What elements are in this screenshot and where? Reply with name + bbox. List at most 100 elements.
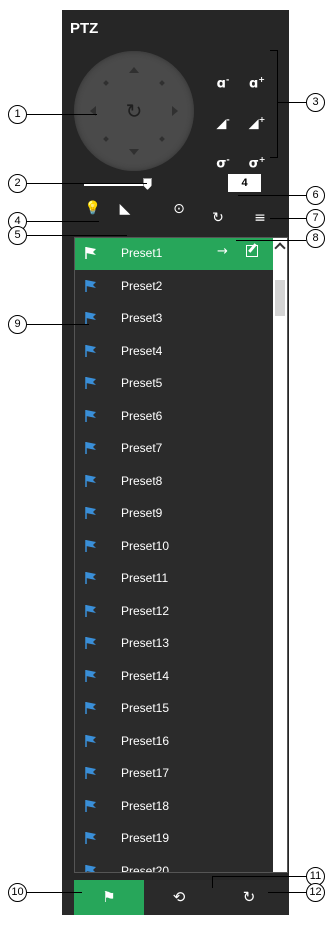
preset-flag-icon xyxy=(85,604,96,617)
preset-flag-icon xyxy=(85,377,96,389)
preset-flag-icon xyxy=(85,637,96,649)
pattern-tab[interactable]: ↻ xyxy=(214,880,284,915)
preset-row[interactable]: Preset14 xyxy=(75,661,273,693)
callout-leader-line xyxy=(212,876,214,888)
preset-flag-icon xyxy=(85,409,96,422)
edit-preset-icon[interactable] xyxy=(246,245,258,257)
preset-flag-icon xyxy=(85,312,96,324)
patrol-tab[interactable]: ⟲ xyxy=(144,880,214,915)
preset-name: Preset6 xyxy=(121,408,163,423)
pan-down-right-icon[interactable] xyxy=(159,136,165,142)
preset-name: Preset4 xyxy=(121,343,163,358)
preset-name: Preset1 xyxy=(121,246,163,260)
lens-init-icon[interactable]: ↻ xyxy=(207,208,229,228)
zoom-in-icon: ɑ xyxy=(248,76,259,92)
pan-right-arrow-icon[interactable] xyxy=(172,106,178,116)
callout-7: 7 xyxy=(306,209,325,228)
preset-row[interactable]: Preset15 xyxy=(75,693,273,725)
callout-leader-line xyxy=(238,195,306,197)
preset-name: Preset10 xyxy=(121,538,170,553)
callout-leader-line xyxy=(27,221,99,223)
preset-row[interactable]: Preset11 xyxy=(75,563,273,595)
preset-scrollbar[interactable] xyxy=(273,238,287,872)
callout-1: 1 xyxy=(8,105,27,124)
wiper-icon[interactable]: ◣ xyxy=(114,199,136,219)
preset-flag-icon xyxy=(85,799,96,812)
bottom-tab-bar: ⚑ ⟲ ↻ xyxy=(62,880,289,915)
preset-row[interactable]: Preset1 → xyxy=(75,238,273,270)
pan-up-right-icon[interactable] xyxy=(159,80,165,86)
preset-flag-icon xyxy=(85,507,96,519)
callout-3: 3 xyxy=(306,93,325,112)
callout-10: 10 xyxy=(8,883,27,902)
controls-bracket xyxy=(270,50,278,158)
call-preset-arrow-icon[interactable]: → xyxy=(217,244,228,259)
preset-row[interactable]: Preset3 xyxy=(75,303,273,335)
pattern-icon: ↻ xyxy=(242,888,256,906)
preset-row[interactable]: Preset16 xyxy=(75,726,273,758)
preset-row[interactable]: Preset20 xyxy=(75,856,273,873)
preset-row[interactable]: Preset12 xyxy=(75,596,273,628)
preset-name: Preset2 xyxy=(121,278,163,293)
preset-icon: ⚑ xyxy=(102,888,116,906)
callout-8: 8 xyxy=(306,229,325,248)
preset-name: Preset12 xyxy=(121,603,170,618)
focus-far-button[interactable]: ◢+ xyxy=(246,110,268,131)
preset-row[interactable]: Preset10 xyxy=(75,531,273,563)
callout-leader-line xyxy=(27,235,127,237)
preset-row[interactable]: Preset7 xyxy=(75,433,273,465)
pan-down-arrow-icon[interactable] xyxy=(129,149,139,155)
preset-row[interactable]: Preset5 xyxy=(75,368,273,400)
preset-row[interactable]: Preset13 xyxy=(75,628,273,660)
callout-leader-line xyxy=(212,876,306,878)
ptz-title: PTZ xyxy=(70,20,99,37)
callout-leader-line xyxy=(270,218,306,220)
preset-name: Preset5 xyxy=(121,376,163,390)
zoom-out-icon: ɑ xyxy=(216,76,226,92)
callout-leader-line xyxy=(27,324,89,326)
iris-open-button[interactable]: σ+ xyxy=(246,150,268,172)
preset-name: Preset8 xyxy=(121,473,163,488)
pan-down-left-icon[interactable] xyxy=(103,136,109,142)
zoom-out-button[interactable]: ɑ- xyxy=(212,70,234,92)
patrol-icon: ⟲ xyxy=(172,888,186,906)
preset-row[interactable]: Preset6 xyxy=(75,401,273,433)
iris-close-button[interactable]: σ- xyxy=(212,150,234,171)
scroll-up-icon[interactable] xyxy=(274,242,286,254)
callout-leader-line xyxy=(27,183,147,185)
preset-flag-icon xyxy=(85,767,96,779)
callout-2: 2 xyxy=(8,174,27,193)
preset-flag-icon xyxy=(85,669,96,682)
callout-9: 9 xyxy=(8,315,27,334)
preset-name: Preset15 xyxy=(121,701,170,715)
preset-flag-icon xyxy=(85,832,96,844)
callout-leader-line xyxy=(236,240,306,242)
pan-up-left-icon[interactable] xyxy=(103,80,109,86)
scroll-thumb[interactable] xyxy=(275,280,285,316)
zoom-in-button[interactable]: ɑ+ xyxy=(246,70,268,92)
preset-row[interactable]: Preset18 xyxy=(75,791,273,823)
preset-row[interactable]: Preset4 xyxy=(75,336,273,368)
preset-row[interactable]: Preset8 xyxy=(75,466,273,498)
preset-row[interactable]: Preset17 xyxy=(75,758,273,790)
preset-flag-icon xyxy=(85,864,96,872)
auto-pan-icon[interactable]: ↻ xyxy=(119,96,149,126)
speed-value: 4 xyxy=(228,174,261,192)
preset-flag-icon xyxy=(85,442,96,454)
preset-row[interactable]: Preset2 xyxy=(75,271,273,303)
auto-focus-icon[interactable]: ⊙ xyxy=(168,199,190,219)
focus-near-button[interactable]: ◢- xyxy=(212,110,234,131)
preset-row[interactable]: Preset19 xyxy=(75,823,273,855)
direction-pad[interactable]: ↻ xyxy=(74,51,194,171)
preset-flag-icon xyxy=(85,702,96,714)
pan-up-arrow-icon[interactable] xyxy=(129,67,139,73)
preset-row[interactable]: Preset9 xyxy=(75,498,273,530)
preset-name: Preset3 xyxy=(121,311,163,325)
preset-name: Preset20 xyxy=(121,863,170,873)
callout-6: 6 xyxy=(306,186,325,205)
preset-tab[interactable]: ⚑ xyxy=(74,880,144,915)
callout-leader-line xyxy=(27,892,82,894)
light-icon[interactable]: 💡 xyxy=(82,199,104,219)
menu-icon[interactable]: ≡ xyxy=(249,208,271,228)
iris-open-icon: σ xyxy=(248,156,259,172)
